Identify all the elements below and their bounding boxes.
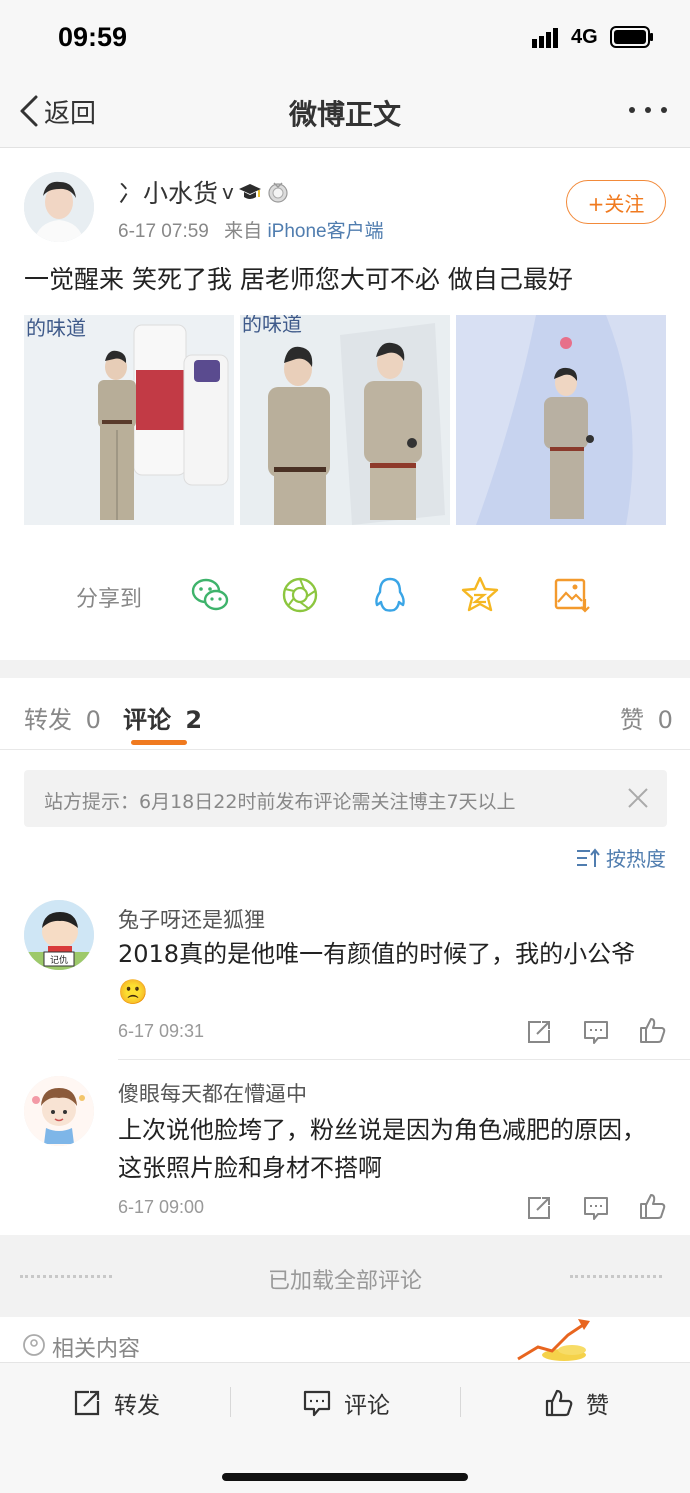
share-label: 分享到 bbox=[76, 587, 143, 612]
toolbar-divider bbox=[230, 1387, 231, 1417]
photo-3[interactable] bbox=[456, 315, 666, 525]
related-content[interactable]: 相关内容 bbox=[0, 1317, 690, 1365]
comment-text: 2018真的是他唯一有颜值的时候了，我的小公爷 🙁 bbox=[118, 935, 668, 1011]
like-icon bbox=[545, 1389, 573, 1417]
save-image-icon[interactable] bbox=[552, 575, 592, 615]
tab-count: 2 bbox=[185, 706, 203, 734]
sort-icon bbox=[577, 847, 600, 867]
repost-button[interactable]: 转发 bbox=[72, 1385, 160, 1421]
comment-button[interactable]: 评论 bbox=[302, 1385, 390, 1421]
verified-mark: v bbox=[222, 180, 234, 204]
like-label: 赞 bbox=[586, 1393, 609, 1419]
tab-repost[interactable]: 转发 0 bbox=[24, 700, 101, 735]
nav-bar: 返回 微博正文 bbox=[0, 75, 690, 148]
avatar-tag: 记仇 bbox=[50, 954, 68, 966]
qzone-icon[interactable] bbox=[460, 575, 500, 615]
comment-text-body: 2018真的是他唯一有颜值的时候了，我的小公爷 bbox=[118, 940, 636, 968]
tab-label: 转发 bbox=[24, 706, 72, 734]
like-icon[interactable] bbox=[638, 1016, 666, 1044]
comment-icon bbox=[303, 1390, 331, 1417]
repost-label: 转发 bbox=[114, 1393, 160, 1419]
all-comments-loaded: 已加载全部评论 bbox=[0, 1235, 690, 1317]
graduation-cap-icon bbox=[238, 184, 261, 199]
photo-caption: 的味道 bbox=[26, 316, 86, 340]
share-row: 分享到 bbox=[0, 571, 690, 617]
comment-text: 上次说他脸垮了，粉丝说是因为角色减肥的原因，这张照片脸和身材不搭啊 bbox=[118, 1116, 646, 1182]
commenter-name[interactable]: 兔子呀还是狐狸 bbox=[118, 904, 265, 934]
source-prefix: 来自 bbox=[224, 221, 263, 242]
toolbar-divider bbox=[460, 1387, 461, 1417]
post-source[interactable]: iPhone客户端 bbox=[267, 221, 383, 242]
repost-icon bbox=[74, 1390, 100, 1416]
status-bar: 09:59 4G bbox=[0, 0, 690, 75]
sort-label: 按热度 bbox=[606, 847, 666, 871]
tab-bar: 转发 0 评论 2 赞 0 bbox=[0, 678, 690, 750]
comment-separator bbox=[118, 1059, 690, 1060]
like-icon[interactable] bbox=[638, 1192, 666, 1220]
page-title: 微博正文 bbox=[288, 98, 401, 131]
moments-icon[interactable] bbox=[280, 575, 320, 615]
tab-like[interactable]: 赞 0 bbox=[620, 700, 673, 735]
post-text: 一觉醒来 笑死了我 居老师您大可不必 做自己最好 bbox=[24, 265, 573, 294]
sad-face-emoji: 🙁 bbox=[118, 978, 148, 1006]
trend-chart-icon bbox=[517, 1319, 590, 1361]
close-icon[interactable] bbox=[627, 787, 649, 809]
photo-1[interactable]: 的味道 bbox=[24, 315, 234, 525]
bottom-toolbar: 转发 评论 赞 bbox=[0, 1362, 690, 1493]
post-meta: 6-17 07:59 来自 iPhone客户端 bbox=[118, 216, 384, 243]
home-indicator[interactable] bbox=[222, 1473, 468, 1481]
comment-icon[interactable] bbox=[582, 1194, 610, 1222]
tab-active-indicator bbox=[131, 740, 187, 745]
location-pin-icon bbox=[23, 1334, 45, 1356]
photo-2[interactable]: 的味道 bbox=[240, 315, 450, 525]
site-notice: 站方提示：6月18日22时前发布评论需关注博主7天以上 bbox=[24, 770, 667, 827]
photo-grid: 的味道 的味道 bbox=[24, 315, 668, 525]
wechat-icon[interactable] bbox=[190, 575, 230, 615]
battery-icon bbox=[610, 26, 653, 48]
photo-caption: 的味道 bbox=[242, 315, 302, 336]
tab-count: 0 bbox=[657, 706, 673, 734]
qq-icon[interactable] bbox=[370, 575, 410, 615]
notice-text: 站方提示：6月18日22时前发布评论需关注博主7天以上 bbox=[44, 791, 516, 813]
repost-icon[interactable] bbox=[525, 1194, 553, 1222]
repost-icon[interactable] bbox=[525, 1018, 553, 1046]
loaded-text: 已加载全部评论 bbox=[267, 1269, 422, 1294]
related-label: 相关内容 bbox=[52, 1337, 141, 1362]
author-name-text: 冫小水货 bbox=[118, 179, 219, 208]
network-type: 4G bbox=[571, 26, 598, 48]
dots-divider bbox=[570, 1275, 662, 1278]
medal-icon bbox=[268, 182, 288, 203]
tab-count: 0 bbox=[85, 706, 101, 734]
like-button[interactable]: 赞 bbox=[544, 1385, 609, 1421]
sort-button[interactable]: 按热度 bbox=[576, 843, 666, 872]
commenter-avatar[interactable] bbox=[24, 1076, 94, 1146]
comment-time: 6-17 09:31 bbox=[118, 1021, 205, 1041]
signal-icon bbox=[532, 28, 558, 48]
post-time: 6-17 07:59 bbox=[118, 221, 209, 242]
tab-comment[interactable]: 评论 2 bbox=[123, 700, 202, 735]
comment-label: 评论 bbox=[344, 1393, 390, 1419]
more-icon[interactable] bbox=[628, 95, 668, 125]
author-name[interactable]: 冫小水货 v bbox=[118, 174, 290, 210]
author-avatar[interactable] bbox=[24, 172, 94, 242]
commenter-name[interactable]: 傻眼每天都在懵逼中 bbox=[118, 1078, 307, 1108]
commenter-avatar[interactable]: 记仇 bbox=[24, 900, 94, 970]
section-divider bbox=[0, 660, 690, 678]
avatar-image bbox=[24, 172, 94, 242]
tab-label: 评论 bbox=[123, 706, 171, 734]
comment-icon[interactable] bbox=[582, 1018, 610, 1046]
comment-time: 6-17 09:00 bbox=[118, 1197, 205, 1217]
tab-label: 赞 bbox=[620, 706, 644, 734]
follow-button[interactable]: +关注 bbox=[566, 180, 666, 224]
status-time: 09:59 bbox=[58, 22, 128, 52]
